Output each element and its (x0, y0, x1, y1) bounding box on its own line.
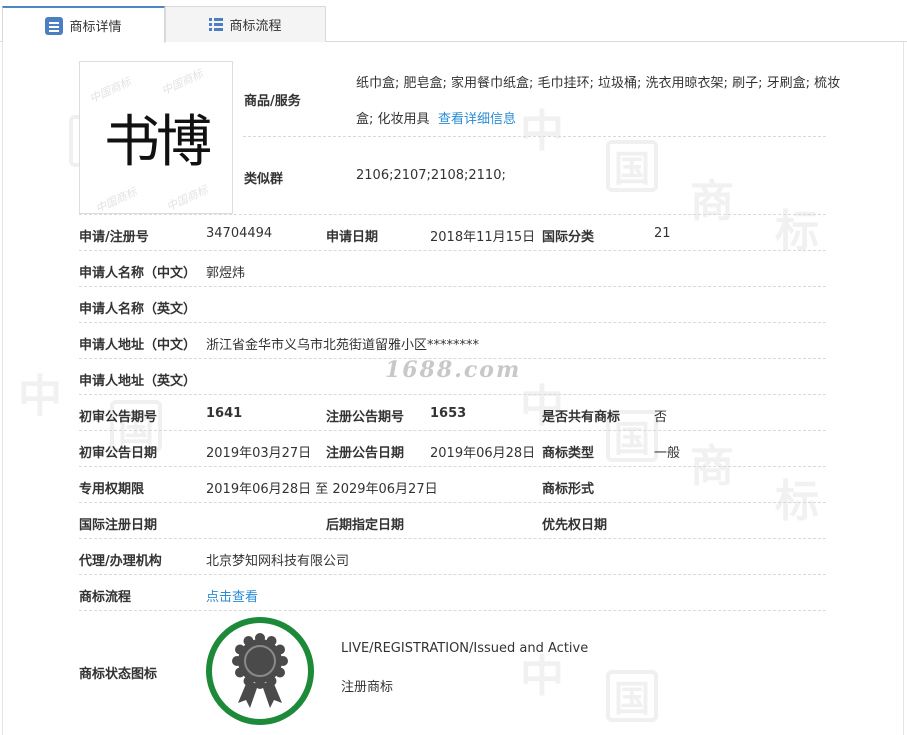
divider (79, 286, 826, 287)
later-date-label: 后期指定日期 (326, 518, 405, 533)
similar-group-value: 2106;2107;2108;2110; (356, 168, 506, 183)
award-ribbon-icon (232, 633, 288, 708)
goods-line-2: 盒; 化妆用具 (356, 112, 430, 127)
tm-type-label: 商标类型 (542, 446, 595, 461)
address-en-label: 申请人地址（英文） (79, 374, 197, 389)
view-details-link[interactable]: 查看详细信息 (438, 108, 516, 127)
address-cn-label: 申请人地址（中文） (79, 338, 197, 353)
intl-class-value: 21 (654, 226, 671, 241)
prelim-date-value: 2019年03月27日 (206, 446, 312, 461)
divider (243, 136, 826, 137)
reg-notice-date-label: 注册公告日期 (326, 446, 405, 461)
reg-notice-no-value: 1653 (430, 406, 467, 421)
registered-badge-icon (206, 617, 314, 725)
status-icon-label: 商标状态图标 (79, 667, 158, 682)
trademark-logo-text: 书博 (104, 110, 212, 175)
prelim-no-value: 1641 (206, 406, 243, 421)
goods-label: 商品/服务 (244, 94, 301, 109)
applicant-cn-value: 郭煜炜 (206, 266, 246, 281)
divider (79, 538, 826, 539)
divider (79, 574, 826, 575)
similar-group-label: 类似群 (244, 172, 284, 187)
divider (79, 394, 826, 395)
exclusive-period-label: 专用权期限 (79, 482, 145, 497)
status-en: LIVE/REGISTRATION/Issued and Active (341, 641, 589, 656)
divider (79, 502, 826, 503)
agency-value: 北京梦知网科技有限公司 (206, 554, 350, 569)
apply-date-value: 2018年11月15日 (430, 230, 536, 245)
process-label: 商标流程 (79, 590, 132, 605)
divider (79, 466, 826, 467)
reg-no-value: 34704494 (206, 226, 273, 241)
divider (79, 214, 826, 215)
site-watermark: 1688.com (385, 357, 522, 383)
shared-value: 否 (654, 410, 668, 425)
status-cn: 注册商标 (341, 680, 394, 695)
tab-trademark-details[interactable]: 商标详情 (2, 6, 165, 43)
trademark-image: 中国商标 中国商标 中国商标 中国商标 书博 (79, 61, 233, 216)
shared-label: 是否共有商标 (542, 410, 621, 425)
tm-form-label: 商标形式 (542, 482, 595, 497)
tab-trademark-process[interactable]: 商标流程 (165, 6, 326, 42)
reg-notice-date-value: 2019年06月28日 (430, 446, 536, 461)
prelim-date-label: 初审公告日期 (79, 446, 158, 461)
divider (79, 610, 826, 611)
goods-line-1: 纸巾盒; 肥皂盒; 家用餐巾纸盒; 毛巾挂环; 垃圾桶; 洗衣用晾衣架; 刷子;… (356, 76, 841, 91)
tab-label: 商标流程 (229, 19, 282, 34)
divider (79, 430, 826, 431)
exclusive-period-value: 2019年06月28日 至 2029年06月27日 (206, 482, 438, 497)
process-view-link[interactable]: 点击查看 (206, 586, 258, 605)
address-cn-value: 浙江省金华市义乌市北苑街道留雅小区******** (206, 338, 480, 353)
apply-date-label: 申请日期 (326, 230, 379, 245)
priority-date-label: 优先权日期 (542, 518, 608, 533)
divider (79, 322, 826, 323)
prelim-no-label: 初审公告期号 (79, 410, 158, 425)
document-icon (45, 16, 64, 35)
applicant-en-label: 申请人名称（英文） (79, 302, 197, 317)
list-icon (209, 18, 224, 31)
applicant-cn-label: 申请人名称（中文） (79, 266, 197, 281)
intl-class-label: 国际分类 (542, 230, 595, 245)
reg-notice-no-label: 注册公告期号 (326, 410, 405, 425)
tm-type-value: 一般 (654, 446, 681, 461)
agency-label: 代理/办理机构 (79, 554, 162, 569)
tab-bar: 商标详情 商标流程 (0, 6, 907, 43)
intl-reg-date-label: 国际注册日期 (79, 518, 158, 533)
tab-label: 商标详情 (69, 20, 122, 35)
divider (79, 250, 826, 251)
reg-no-label: 申请/注册号 (79, 230, 149, 245)
